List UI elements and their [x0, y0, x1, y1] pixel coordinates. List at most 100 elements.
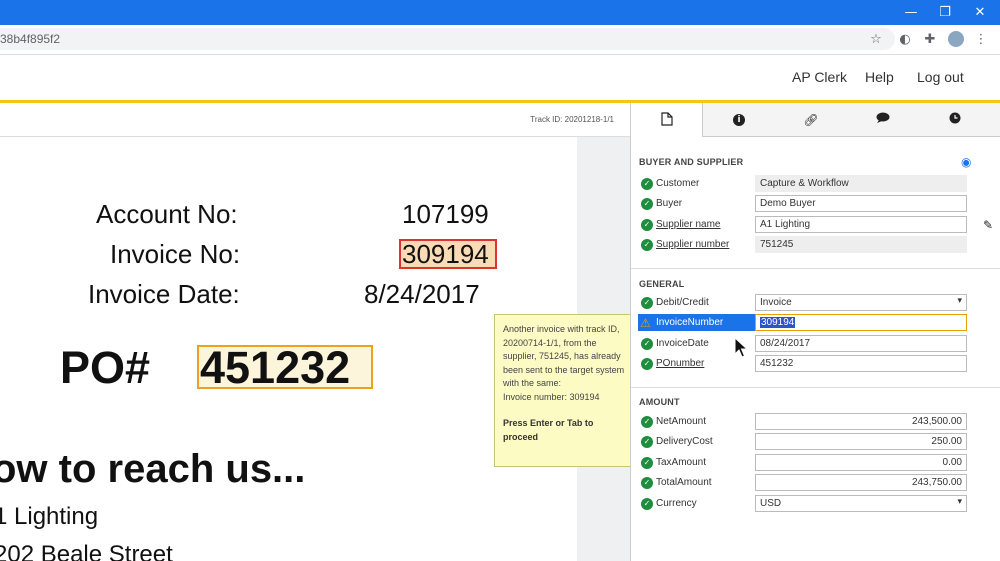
tab-info[interactable]: i: [703, 103, 775, 136]
help-link[interactable]: Help: [865, 69, 894, 85]
supplier-name-link[interactable]: Supplier name: [656, 219, 720, 230]
star-icon[interactable]: ☆: [866, 29, 886, 49]
user-menu-link[interactable]: AP Clerk: [792, 69, 847, 85]
address-line-2: 202 Beale Street: [0, 541, 173, 561]
tooltip-hint: Press Enter or Tab to proceed: [503, 418, 594, 442]
field-row-supplier-name: ✓ Supplier name A1 Lighting: [631, 215, 1000, 235]
address-line-1: 1 Lighting: [0, 503, 99, 530]
app-header: AP Clerk Help Log out: [0, 55, 1000, 100]
field-row-customer: ✓ Customer Capture & Workflow: [631, 174, 1000, 194]
check-icon: ✓: [641, 358, 653, 370]
field-row-supplier-number: ✓ Supplier number 751245: [631, 235, 1000, 255]
track-id: Track ID: 20201218-1/1: [530, 115, 614, 124]
edit-pencil-icon[interactable]: ✎: [983, 218, 993, 232]
field-row-invoice-date: ✓ InvoiceDate 08/24/2017: [631, 334, 1000, 354]
url-field[interactable]: 38b4f895f2: [0, 28, 895, 50]
extension-circle-icon[interactable]: ◐: [895, 29, 915, 49]
check-icon: ✓: [641, 477, 653, 489]
field-label: Debit/Credit: [656, 297, 709, 308]
logout-link[interactable]: Log out: [917, 69, 964, 85]
field-row-delivery-cost: ✓ DeliveryCost 250.00: [631, 432, 1000, 452]
check-icon: ✓: [641, 239, 653, 251]
field-row-invoice-number: InvoiceNumber ⚠ 309194: [631, 313, 1000, 333]
supplier-number-field[interactable]: 751245: [755, 236, 967, 253]
window-titlebar: — ❐ ✕: [0, 0, 1000, 25]
selected-text: 309194: [760, 317, 796, 328]
field-row-net-amount: ✓ NetAmount 243,500.00: [631, 412, 1000, 432]
section-buyer-supplier-title: BUYER AND SUPPLIER: [639, 157, 744, 167]
field-label: NetAmount: [656, 416, 707, 427]
check-icon: ✓: [641, 338, 653, 350]
field-row-buyer: ✓ Buyer Demo Buyer: [631, 194, 1000, 214]
field-row-tax-amount: ✓ TaxAmount 0.00: [631, 453, 1000, 473]
browser-addressbar: 38b4f895f2 ☆ ◐ ✚ ⋮: [0, 25, 1000, 55]
section-divider: [631, 268, 1000, 269]
supplier-number-link[interactable]: Supplier number: [656, 239, 729, 250]
tax-amount-field[interactable]: 0.00: [755, 454, 967, 471]
warning-icon: ⚠: [640, 316, 651, 330]
check-icon: ✓: [641, 498, 653, 510]
tab-comments[interactable]: [847, 103, 919, 136]
field-label: TaxAmount: [656, 457, 707, 468]
invoice-no-label: Invoice No:: [110, 239, 241, 269]
section-general-title: GENERAL: [639, 279, 685, 289]
document-icon: [660, 111, 673, 129]
tooltip-message: Another invoice with track ID, 20200714-…: [503, 324, 625, 388]
field-label: Currency: [656, 498, 697, 509]
check-icon: ✓: [641, 416, 653, 428]
po-label: PO#: [60, 342, 151, 393]
po-value: 451232: [200, 342, 351, 393]
link-icon: 🔗︎: [803, 112, 819, 127]
check-icon: ✓: [641, 457, 653, 469]
document-toolbar: Track ID: 20201218-1/1: [0, 103, 630, 137]
debit-credit-select[interactable]: Invoice: [755, 294, 967, 311]
active-field-label: InvoiceNumber: [638, 314, 755, 331]
info-icon: i: [733, 113, 745, 126]
section-divider: [631, 387, 1000, 388]
panel-tabs: i 🔗︎: [631, 103, 1000, 137]
customer-field[interactable]: Capture & Workflow: [755, 175, 967, 192]
check-icon: ✓: [641, 198, 653, 210]
data-entry-panel: i 🔗︎ BUYER AND SUPPLIER ◉ ✓ Customer Cap…: [630, 103, 1000, 561]
invoice-date-label: Invoice Date:: [88, 279, 240, 309]
avatar[interactable]: [946, 29, 966, 49]
tab-document[interactable]: [631, 103, 703, 137]
account-value: 107199: [402, 199, 489, 229]
minimize-icon[interactable]: —: [894, 0, 928, 25]
buyer-field[interactable]: Demo Buyer: [755, 195, 967, 212]
tooltip-detail: Invoice number: 309194: [503, 391, 600, 402]
check-icon: ✓: [641, 219, 653, 231]
supplier-name-field[interactable]: A1 Lighting: [755, 216, 967, 233]
net-amount-field[interactable]: 243,500.00: [755, 413, 967, 430]
field-label: DeliveryCost: [656, 436, 713, 447]
invoice-number-input[interactable]: 309194: [755, 314, 967, 331]
delivery-cost-field[interactable]: 250.00: [755, 433, 967, 450]
close-icon[interactable]: ✕: [963, 0, 997, 25]
field-label: Customer: [656, 178, 700, 189]
more-menu-icon[interactable]: ⋮: [971, 29, 991, 49]
invoice-date-field[interactable]: 08/24/2017: [755, 335, 967, 352]
document-viewer[interactable]: Account No: 107199 Invoice No: 309194 In…: [0, 137, 577, 561]
invoice-no-value: 309194: [402, 239, 489, 269]
check-icon: ✓: [641, 436, 653, 448]
duplicate-warning-tooltip: Another invoice with track ID, 20200714-…: [494, 314, 634, 467]
section-amount-title: AMOUNT: [639, 397, 680, 407]
total-amount-field[interactable]: 243,750.00: [755, 474, 967, 491]
currency-select[interactable]: USD: [755, 495, 967, 512]
invoice-date-value: 8/24/2017: [364, 279, 480, 309]
field-row-po-number: ✓ POnumber 451232: [631, 354, 1000, 374]
field-label: TotalAmount: [656, 477, 712, 488]
check-icon: ✓: [641, 178, 653, 190]
po-number-field[interactable]: 451232: [755, 355, 967, 372]
tab-history[interactable]: [919, 103, 991, 136]
reach-heading: ow to reach us...: [0, 447, 306, 491]
comment-icon: [876, 112, 890, 127]
puzzle-icon[interactable]: ✚: [920, 29, 940, 49]
restore-icon[interactable]: ❐: [928, 0, 962, 25]
clock-icon: [949, 112, 961, 127]
tab-links[interactable]: 🔗︎: [775, 103, 847, 136]
field-label: InvoiceDate: [656, 338, 709, 349]
mouse-cursor-icon: [734, 336, 749, 364]
po-number-link[interactable]: POnumber: [656, 358, 704, 369]
eye-icon[interactable]: ◉: [961, 155, 971, 169]
